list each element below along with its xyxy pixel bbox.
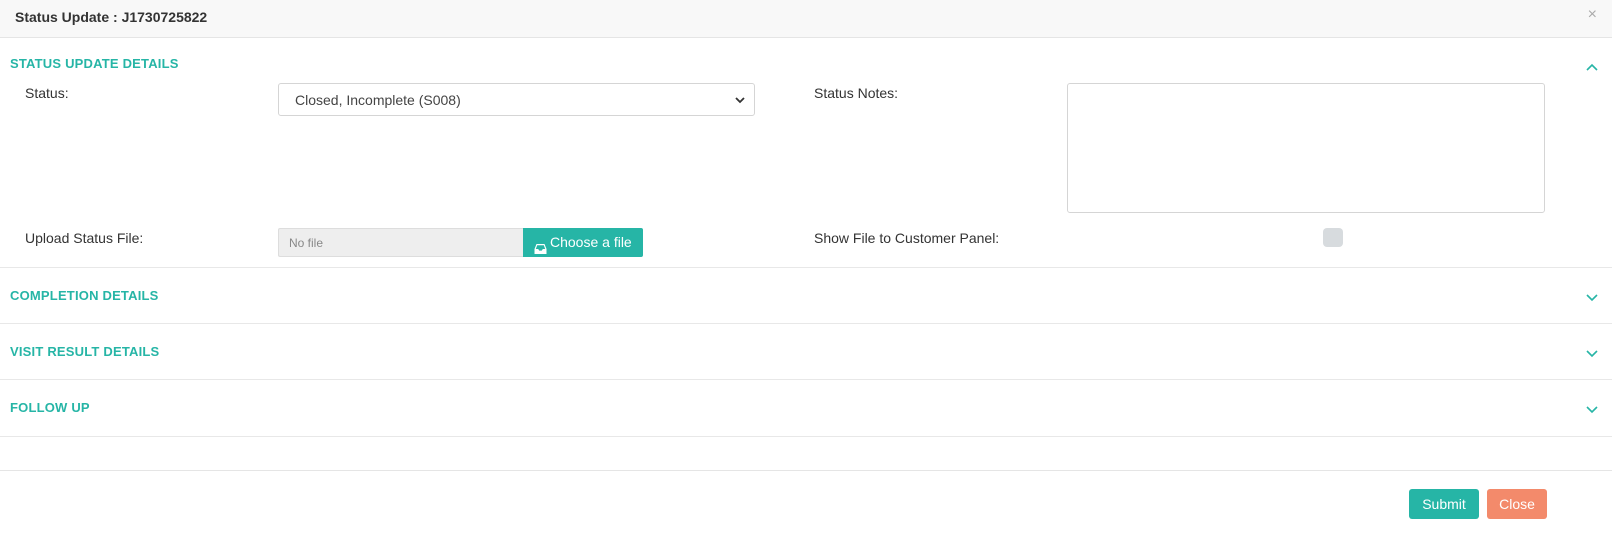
section-title-completion[interactable]: COMPLETION DETAILS xyxy=(10,288,159,304)
show-file-checkbox[interactable] xyxy=(1323,228,1343,247)
close-button[interactable]: Close xyxy=(1487,489,1547,519)
chevron-down-icon[interactable] xyxy=(1584,290,1600,306)
section-title-visit-result[interactable]: VISIT RESULT DETAILS xyxy=(10,344,159,360)
show-file-label: Show File to Customer Panel: xyxy=(814,230,1000,246)
status-notes-textarea[interactable] xyxy=(1067,83,1545,213)
status-update-modal: Status Update : J1730725822 × STATUS UPD… xyxy=(0,0,1612,547)
status-notes-label: Status Notes: xyxy=(814,85,899,101)
section-title-follow-up[interactable]: FOLLOW UP xyxy=(10,400,90,416)
file-placeholder: No file xyxy=(289,236,324,250)
footer-divider xyxy=(0,470,1612,471)
choose-file-button[interactable]: Choose a file xyxy=(523,228,643,257)
status-label: Status: xyxy=(25,85,69,101)
section-title-status-update[interactable]: STATUS UPDATE DETAILS xyxy=(10,56,179,72)
status-select[interactable]: Closed, Incomplete (S008) xyxy=(278,83,755,116)
inbox-icon xyxy=(534,236,547,254)
modal-title: Status Update : J1730725822 xyxy=(15,9,208,25)
close-icon[interactable]: × xyxy=(1588,6,1597,24)
chevron-down-icon[interactable] xyxy=(1584,402,1600,418)
section-divider xyxy=(0,323,1612,324)
chevron-down-icon[interactable] xyxy=(1584,346,1600,362)
section-divider xyxy=(0,379,1612,380)
file-name-field[interactable]: No file xyxy=(278,228,524,257)
submit-button[interactable]: Submit xyxy=(1409,489,1479,519)
section-divider xyxy=(0,267,1612,268)
chevron-up-icon[interactable] xyxy=(1584,59,1600,75)
modal-header: Status Update : J1730725822 × xyxy=(0,0,1612,38)
chevron-down-icon xyxy=(734,93,746,105)
upload-status-file-label: Upload Status File: xyxy=(25,230,144,246)
section-divider xyxy=(0,436,1612,437)
status-select-value: Closed, Incomplete (S008) xyxy=(295,92,461,108)
choose-file-label: Choose a file xyxy=(550,234,632,250)
